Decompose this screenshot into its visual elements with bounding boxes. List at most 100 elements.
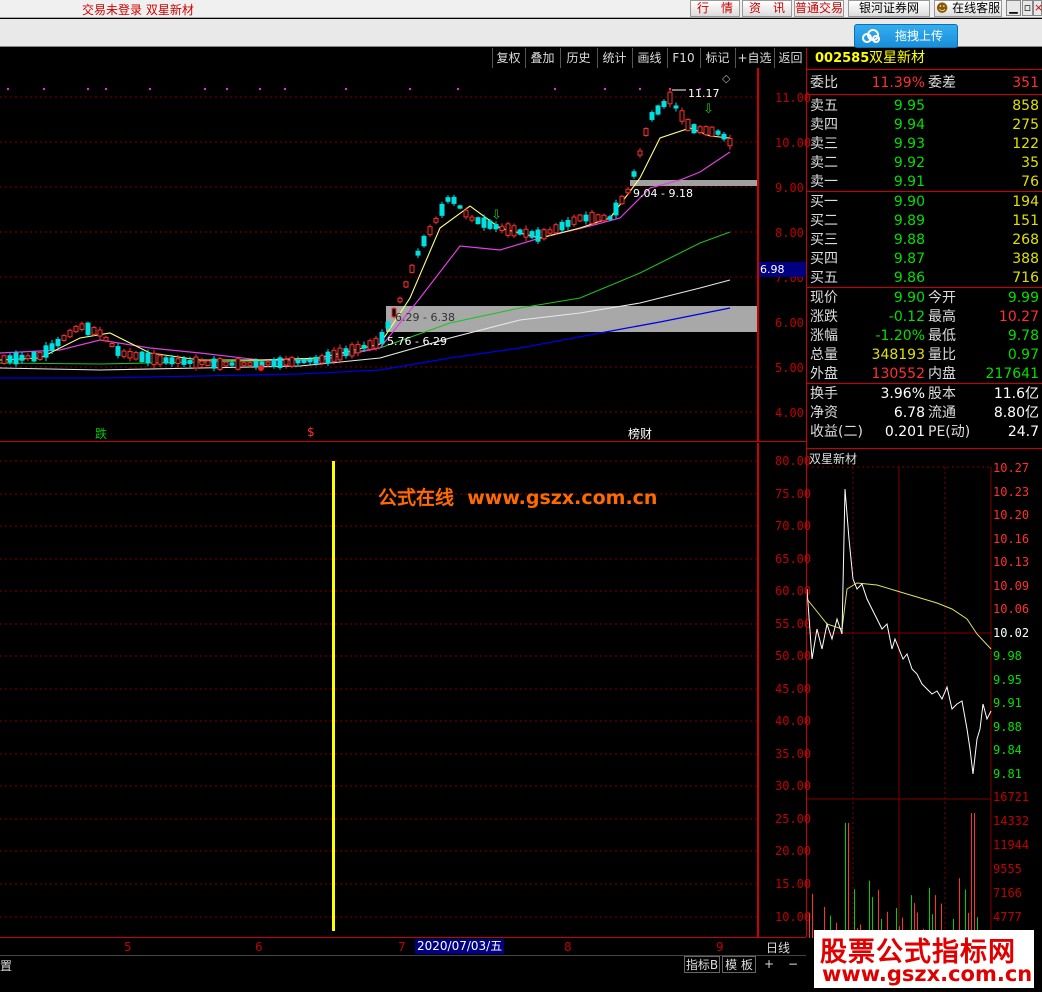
stat-row: 涨幅 -1.20% 最低 9.78 (807, 327, 1042, 346)
bid-row[interactable]: 买一 9.90 194 (807, 193, 1042, 212)
candle-body (73, 325, 79, 333)
online-service-button[interactable]: ☻ 在线客服 (934, 0, 1002, 17)
menu-f10[interactable]: F10 (667, 48, 699, 68)
stat-value: 348193 (871, 347, 925, 363)
candle-body (139, 351, 145, 363)
candle-body (721, 133, 727, 140)
candle-body (115, 346, 121, 356)
candle-body (295, 359, 301, 364)
resistance-zone-upper (630, 180, 757, 186)
indicator-b-button[interactable]: 指标B (684, 956, 720, 973)
menu-draw[interactable]: 画线 (632, 48, 666, 68)
drag-upload-button[interactable]: 拖拽上传 (854, 24, 958, 48)
period-label[interactable]: 日线 (766, 939, 790, 956)
bid-price: 9.89 (893, 213, 925, 229)
high-price-label: 11.17 (688, 87, 720, 100)
ask-row[interactable]: 卖二 9.92 35 (807, 154, 1042, 173)
candle-body (547, 229, 553, 234)
candle-body (127, 351, 133, 359)
volume-bar (845, 823, 846, 938)
ask-row[interactable]: 卖三 9.93 122 (807, 135, 1042, 154)
candle-body (631, 171, 637, 177)
zone-upper-label: 9.04 - 9.18 (633, 187, 693, 200)
ask-row[interactable]: 卖五 9.95 858 (807, 97, 1042, 116)
menu-stats[interactable]: 统计 (597, 48, 631, 68)
stat-label: 股本 (928, 386, 956, 402)
menu-back[interactable]: 返回 (774, 48, 806, 68)
candle-body (625, 188, 631, 194)
news-button[interactable]: 资 讯 (742, 0, 792, 17)
candle-body (403, 281, 409, 288)
stat-label: 最高 (928, 309, 956, 325)
intraday-price-tick: 9.88 (993, 719, 1022, 734)
candle-body (277, 357, 283, 368)
zone-lower-label-2: 5.76 - 6.29 (387, 335, 447, 348)
volume-bar (809, 912, 810, 938)
candle-body (511, 225, 517, 237)
intraday-volume-tick: 14332 (993, 813, 1030, 828)
menu-add-watch[interactable]: +自选 (735, 48, 773, 68)
bid-row[interactable]: 买三 9.88 268 (807, 231, 1042, 250)
candle-body (37, 352, 43, 360)
indicator-axis: 80.00 75.00 70.00 65.00 60.00 55.00 50.0… (758, 443, 811, 937)
event-mark-drop[interactable]: 跌 (95, 425, 107, 442)
zoom-in-button[interactable]: + (760, 956, 778, 973)
event-mark-dollar[interactable]: $ (307, 425, 315, 439)
menu-fuquan[interactable]: 复权 (492, 48, 524, 68)
candle-body (643, 128, 649, 136)
title-bar: 交易未登录 双星新材 行 情 资 讯 普通交易 银河证券网 ☻ 在线客服 ▁ ▫… (0, 0, 1042, 18)
candle-body (601, 214, 607, 222)
intraday-chart[interactable]: 双星新材 10.27 10.23 10.20 10.16 10.13 10.09 10.06… (806, 448, 1042, 938)
broker-site-button[interactable]: 银河证券网 (848, 0, 930, 17)
stat-value: 24.7 (1007, 424, 1039, 440)
close-icon[interactable]: × (1033, 0, 1042, 16)
candle-body (367, 340, 373, 350)
candle-body (181, 358, 187, 365)
event-mark-finance[interactable]: 榜财 (628, 425, 652, 442)
indicator-chart[interactable]: 公式在线 www.gszx.com.cn (0, 443, 758, 937)
stock-name: 双星新材 (869, 50, 925, 66)
price-tick: 6.00 (775, 316, 804, 330)
menu-overlay[interactable]: 叠加 (525, 48, 559, 68)
intraday-price-tick: 9.84 (993, 743, 1022, 757)
candle-body (103, 336, 109, 342)
online-service-label: 在线客服 (952, 1, 1001, 15)
candle-body (565, 219, 571, 227)
candle-body (301, 359, 307, 363)
menu-history[interactable]: 历史 (560, 48, 596, 68)
zoom-out-button[interactable]: − (784, 956, 802, 973)
stat-label: 外盘 (810, 366, 838, 382)
candle-body (265, 361, 271, 366)
candle-body (433, 217, 439, 223)
maximize-icon[interactable]: ▫ (1022, 0, 1033, 16)
ask-row[interactable]: 卖一 9.91 76 (807, 173, 1042, 192)
menu-mark[interactable]: 标记 (700, 48, 734, 68)
quotes-button[interactable]: 行 情 (690, 0, 740, 17)
kline-chart[interactable]: ⇩ ⇩ ◇ 11.17 9.04 - 9.18 6.29 - 6.38 5.76… (0, 68, 758, 442)
candle-body (247, 362, 253, 366)
normal-trade-button[interactable]: 普通交易 (794, 0, 844, 17)
bid-row[interactable]: 买四 9.87 388 (807, 250, 1042, 269)
down-arrow-icon: ⇩ (491, 208, 502, 223)
ask-label: 卖五 (810, 98, 838, 114)
ask-row[interactable]: 卖四 9.94 275 (807, 116, 1042, 135)
ask-price: 9.95 (893, 98, 925, 114)
bid-row[interactable]: 买五 9.86 716 (807, 269, 1042, 288)
candle-body (607, 216, 613, 220)
stat-row: 外盘 130552 内盘 217641 (807, 365, 1042, 384)
price-tick: 5.00 (775, 361, 804, 375)
price-tick: 4.00 (775, 406, 804, 420)
weicha-value: 351 (1012, 75, 1039, 91)
intraday-price-tick: 9.98 (993, 649, 1022, 663)
bid-row[interactable]: 买二 9.89 151 (807, 212, 1042, 231)
settings-tab[interactable]: 置 (0, 957, 12, 974)
minimize-icon[interactable]: ▁ (1006, 0, 1021, 16)
candle-body (313, 356, 319, 364)
volume-bar (812, 893, 813, 938)
weibi-label: 委比 (810, 75, 838, 91)
quote-panel: 002585 双星新材 委比 11.39% 委差 351 卖五 9.95 858 卖四… (806, 48, 1042, 448)
candle-body (463, 209, 469, 218)
stat-label: 量比 (928, 347, 956, 363)
template-button[interactable]: 模 板 (722, 956, 756, 973)
candle-body (163, 357, 169, 364)
